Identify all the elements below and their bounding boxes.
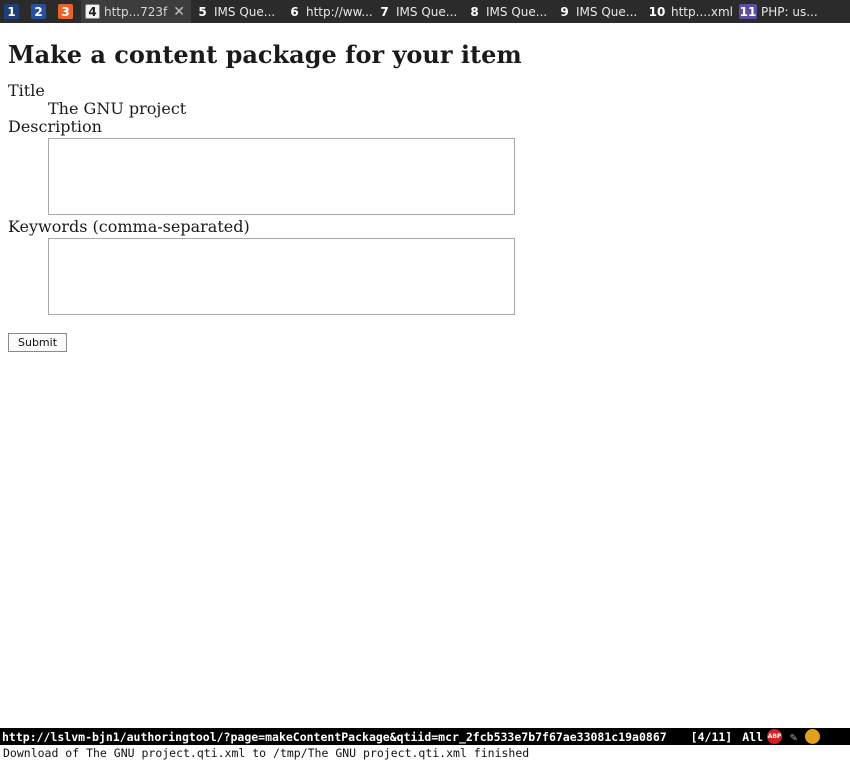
tab-position: [4/11] [690,729,733,744]
tab-11[interactable]: 11 PHP: us... [735,0,823,23]
tab-number: 7 [380,4,389,19]
submit-button[interactable]: Submit [8,333,68,352]
content-package-form: Title The GNU project Description Keywor… [8,82,842,352]
tab-number: 6 [290,4,299,19]
quill-icon[interactable]: ✎ [790,730,797,744]
tab-number: 2 [31,4,46,19]
title-value: The GNU project [48,99,187,118]
tab-6[interactable]: 6 http://ww... [283,0,373,23]
status-bar: http://lslvm-bjn1/authoringtool/?page=ma… [0,728,850,745]
tab-label: PHP: us... [761,4,818,19]
tab-label: http....xml [671,4,734,19]
greasemonkey-icon[interactable] [805,729,821,744]
page-content: Make a content package for your item Tit… [8,23,842,352]
title-label: Title [8,81,45,100]
message-bar: Download of The GNU project.qti.xml to /… [0,745,850,762]
tab-number: 9 [560,4,569,19]
keywords-field[interactable] [48,238,515,315]
description-field[interactable] [48,138,515,215]
tab-number: 1 [4,4,19,19]
tab-label: IMS Que... [396,4,458,19]
tab-4-active[interactable]: 4 http...723f ✕ [81,0,191,23]
tab-number: 4 [85,4,100,19]
keywords-label: Keywords (comma-separated) [8,217,250,236]
keywords-field-wrapper [48,238,842,315]
tab-number: 8 [470,4,479,19]
tab-9[interactable]: 9 IMS Que... [553,0,643,23]
description-label: Description [8,117,102,136]
scroll-indicator: All [742,729,763,744]
tab-number: 5 [198,4,207,19]
page-title: Make a content package for your item [8,40,522,69]
tab-label: IMS Que... [576,4,638,19]
close-icon[interactable]: ✕ [173,4,185,20]
tab-10[interactable]: 10 http....xml [643,0,735,23]
form-fields: Title The GNU project Description Keywor… [8,82,842,315]
tab-3[interactable]: 3 [54,0,81,23]
tab-7[interactable]: 7 IMS Que... [373,0,463,23]
tab-label: http...723f [104,4,168,19]
tab-number: 11 [739,4,757,19]
tab-label: http://ww... [306,4,373,19]
tab-label: IMS Que... [214,4,276,19]
tab-bar: 1 2 3 4 http...723f ✕ 5 IMS Que... 6 htt… [0,0,850,23]
tab-5[interactable]: 5 IMS Que... [191,0,283,23]
tab-label: IMS Que... [486,4,548,19]
adblock-icon[interactable]: ABP [767,729,782,744]
tab-number: 3 [58,4,73,19]
tab-8[interactable]: 8 IMS Que... [463,0,553,23]
tab-number: 10 [648,4,666,19]
tab-1[interactable]: 1 [0,0,27,23]
status-url: http://lslvm-bjn1/authoringtool/?page=ma… [2,729,667,744]
tab-2[interactable]: 2 [27,0,54,23]
description-field-wrapper [48,138,842,215]
